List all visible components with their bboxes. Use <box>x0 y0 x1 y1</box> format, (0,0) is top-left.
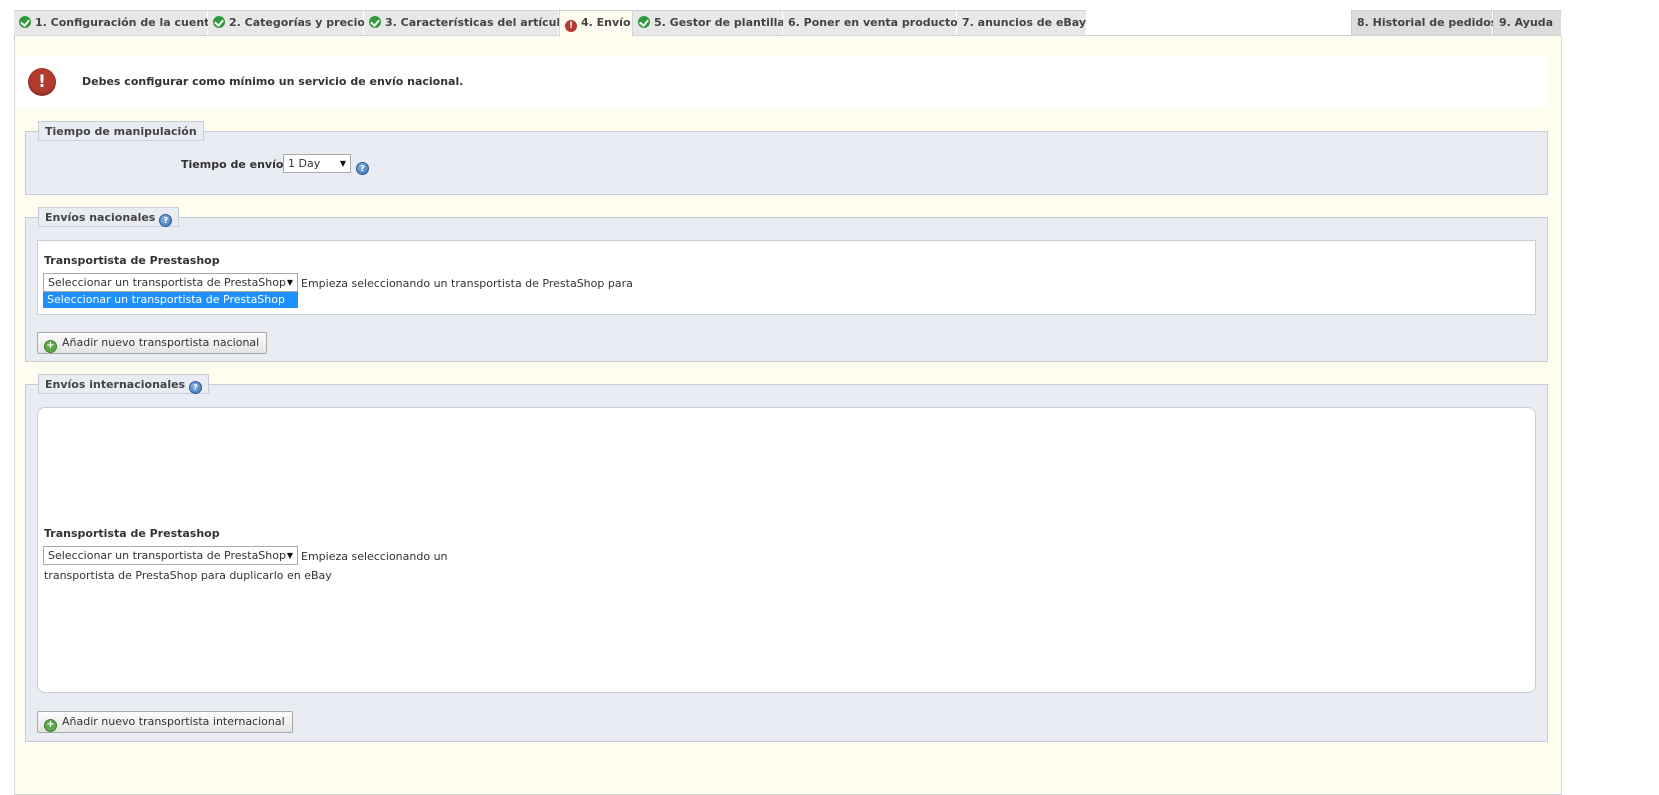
tab-label: 2. Categorías y precios <box>229 16 372 29</box>
international-carrier-hint-line1: Empieza seleccionando un <box>301 550 448 563</box>
tab-label: 1. Configuración de la cuenta <box>35 16 217 29</box>
chevron-down-icon: ▼ <box>286 551 293 560</box>
select-value: 1 Day <box>288 157 321 170</box>
shipping-time-select[interactable]: 1 Day ▼ <box>283 154 351 173</box>
shipping-time-label: Tiempo de envío <box>181 158 284 171</box>
check-circle-icon <box>19 16 31 28</box>
help-icon[interactable]: ? <box>356 162 369 175</box>
exclamation-icon: ! <box>28 68 56 96</box>
select-value: Seleccionar un transportista de PrestaSh… <box>48 276 286 289</box>
help-icon[interactable]: ? <box>189 381 203 394</box>
international-carrier-label: Transportista de Prestashop <box>44 527 220 540</box>
help-icon-wrapper[interactable]: ? <box>352 159 369 175</box>
national-carrier-option[interactable]: Seleccionar un transportista de PrestaSh… <box>43 292 298 308</box>
add-circle-icon: + <box>44 719 57 732</box>
tab-label: 8. Historial de pedidos <box>1357 16 1498 29</box>
national-shipping-legend: Envíos nacionales? <box>38 207 180 227</box>
tab-categories-prices[interactable]: 2. Categorías y precios <box>208 10 371 35</box>
international-carrier-hint-line2: transportista de PrestaShop para duplica… <box>44 569 332 582</box>
legend-text: Envíos nacionales <box>45 211 156 224</box>
add-international-carrier-button[interactable]: + Añadir nuevo transportista internaciona… <box>37 711 293 733</box>
tab-bar: 1. Configuración de la cuenta 2. Categor… <box>14 10 1562 37</box>
handling-time-legend: Tiempo de manipulación <box>38 121 204 141</box>
tab-help[interactable]: 9. Ayuda <box>1493 10 1562 35</box>
tab-template-manager[interactable]: 5. Gestor de plantillas <box>633 10 791 35</box>
button-label: Añadir nuevo transportista internacional <box>62 715 285 728</box>
error-alert: ! Debes configurar como mínimo un servic… <box>16 56 1547 108</box>
button-label: Añadir nuevo transportista nacional <box>62 336 260 349</box>
tab-list-products[interactable]: 6. Poner en venta productos <box>783 10 964 35</box>
error-circle-icon: ! <box>565 20 577 32</box>
tab-label: 7. anuncios de eBay <box>962 16 1087 29</box>
help-icon[interactable]: ? <box>159 214 173 227</box>
tab-order-history[interactable]: 8. Historial de pedidos <box>1351 10 1497 35</box>
check-circle-icon <box>638 16 650 28</box>
national-carrier-hint: Empieza seleccionando un transportista d… <box>301 277 633 290</box>
chevron-down-icon: ▼ <box>339 159 346 168</box>
tab-shipping[interactable]: ! 4. Envío <box>559 10 633 37</box>
international-shipping-legend: Envíos internacionales? <box>38 374 210 394</box>
tab-ebay-listings[interactable]: 7. anuncios de eBay <box>957 10 1087 35</box>
tab-label: 4. Envío <box>581 16 631 29</box>
check-circle-icon <box>369 16 381 28</box>
chevron-down-icon: ▼ <box>286 278 293 287</box>
add-national-carrier-button[interactable]: + Añadir nuevo transportista nacional <box>37 332 268 354</box>
tab-label: 3. Características del artículo <box>385 16 568 29</box>
legend-text: Tiempo de manipulación <box>45 125 197 138</box>
tab-account-config[interactable]: 1. Configuración de la cuenta <box>14 10 217 35</box>
tab-label: 9. Ayuda <box>1499 16 1554 29</box>
select-value: Seleccionar un transportista de PrestaSh… <box>48 549 286 562</box>
tab-label: 5. Gestor de plantillas <box>654 16 792 29</box>
shipping-panel: ! Debes configurar como mínimo un servic… <box>14 35 1562 795</box>
alert-message: Debes configurar como mínimo un servicio… <box>82 75 464 88</box>
tab-label: 6. Poner en venta productos <box>788 16 965 29</box>
national-carrier-label: Transportista de Prestashop <box>44 254 220 267</box>
tab-item-features[interactable]: 3. Características del artículo <box>364 10 568 35</box>
national-carrier-select[interactable]: Seleccionar un transportista de PrestaSh… <box>43 273 298 292</box>
international-carrier-select[interactable]: Seleccionar un transportista de PrestaSh… <box>43 546 298 565</box>
check-circle-icon <box>213 16 225 28</box>
add-circle-icon: + <box>44 340 57 353</box>
legend-text: Envíos internacionales <box>45 378 186 391</box>
